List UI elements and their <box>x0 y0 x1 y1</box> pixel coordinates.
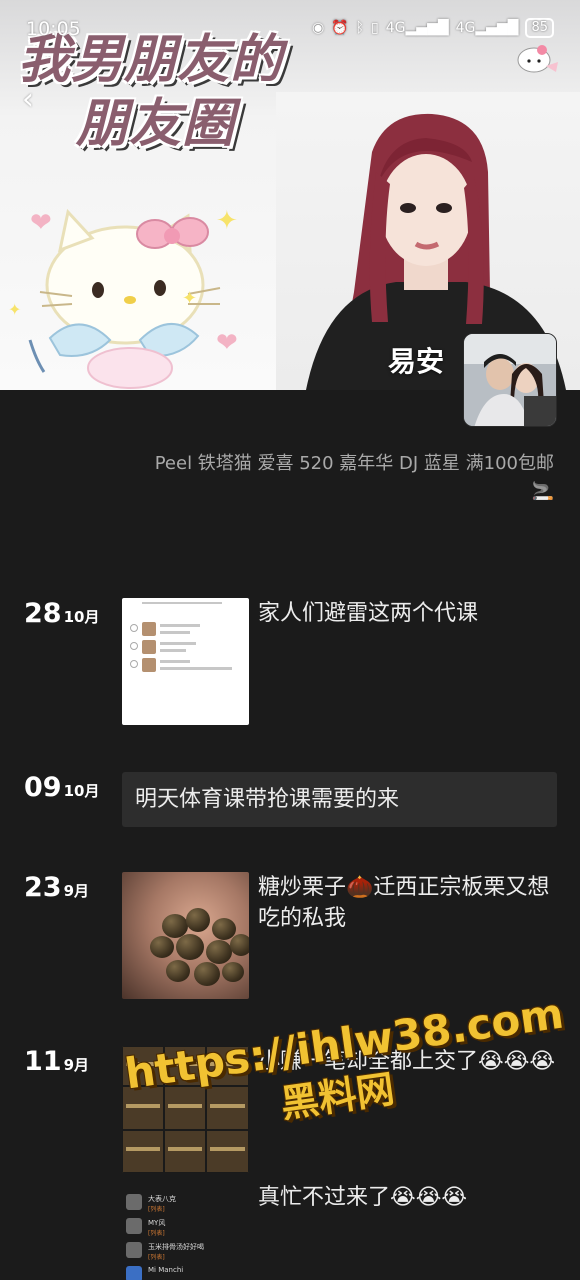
post-day: 28 <box>24 598 62 629</box>
moment-post[interactable]: 23 9月 糖炒栗子🌰迁西正宗板栗又想吃的私我 <box>0 872 580 1002</box>
post-month: 10月 <box>63 608 100 626</box>
post-day: 11 <box>24 1046 62 1077</box>
post-day: 09 <box>24 772 62 803</box>
cover-image[interactable]: 我男朋友的 朋友圈 ❤ ❤ ✦ ✦ ✦ <box>0 0 580 390</box>
post-month: 9月 <box>63 1056 90 1074</box>
hello-kitty-illustration <box>28 208 221 389</box>
avatar-photo <box>464 334 556 426</box>
battery-indicator: 85 <box>525 18 554 38</box>
post-thumbnail-chat-list[interactable]: 大表八克 [列表] MY风 [列表] 玉米排骨汤好好喝 [列表] Mi Manc… <box>122 1180 252 1280</box>
post-thumbnail-chestnuts[interactable] <box>122 872 249 999</box>
back-arrow-icon[interactable]: ‹ <box>22 82 34 117</box>
post-day: 23 <box>24 872 62 903</box>
post-thumbnail-screenshot[interactable] <box>122 598 249 725</box>
list-item: 大表八克 [列表] <box>126 1194 250 1214</box>
post-text-secondary: 真忙不过来了😭😭😭 <box>258 1185 468 1210</box>
post-text: 家人们避雷这两个代课 <box>258 601 479 626</box>
status-time: 10:05 <box>26 18 81 40</box>
cover-title-line2: 朋友圈 <box>76 94 236 154</box>
heart-icon: ❤ <box>30 208 52 238</box>
alarm-icon: ⏰ <box>331 20 349 36</box>
post-text-card[interactable]: 明天体育课带抢课需要的来 <box>122 772 557 827</box>
post-month: 9月 <box>63 882 90 900</box>
post-month: 10月 <box>63 782 100 800</box>
post-date: 09 10月 <box>24 772 99 803</box>
profile-signature: Peel 铁塔猫 爱喜 520 嘉年华 DJ 蓝星 满100包邮🚬 <box>154 453 554 502</box>
post-text: 糖炒栗子🌰迁西正宗板栗又想吃的私我 <box>258 875 550 931</box>
post-date: 28 10月 <box>24 598 99 629</box>
list-item: Mi Manchi <box>126 1266 250 1280</box>
list-item: 玉米排骨汤好好喝 [列表] <box>126 1242 250 1262</box>
post-date: 11 9月 <box>24 1046 89 1077</box>
bluetooth-icon: ᛒ <box>355 20 365 36</box>
eye-icon: ◉ <box>311 20 325 36</box>
heart-icon: ❤ <box>216 328 238 358</box>
username: 易安 <box>388 345 445 378</box>
sparkle-icon: ✦ <box>216 206 238 236</box>
sparkle-icon: ✦ <box>8 300 22 319</box>
status-icons: ◉ ⏰ ᛒ ▯ 4G▂▄▆█ 4G▂▄▆█ 85 <box>312 18 554 38</box>
sparkle-icon: ✦ <box>182 288 198 309</box>
list-item: MY风 [列表] <box>126 1218 250 1238</box>
vibrate-icon: ▯ <box>371 20 379 36</box>
moment-post[interactable]: 09 10月 明天体育课带抢课需要的来 <box>0 772 580 828</box>
post-date: 23 9月 <box>24 872 89 903</box>
signal-4g-icon: 4G▂▄▆█ <box>455 20 519 36</box>
moment-post[interactable]: 28 10月 家人们避雷这两个代课 <box>0 598 580 728</box>
status-bar: 10:05 ◉ ⏰ ᛒ ▯ 4G▂▄▆█ 4G▂▄▆█ 85 <box>0 0 580 58</box>
signal-4g-icon: 4G▂▄▆█ <box>385 20 449 36</box>
avatar[interactable] <box>463 333 557 427</box>
